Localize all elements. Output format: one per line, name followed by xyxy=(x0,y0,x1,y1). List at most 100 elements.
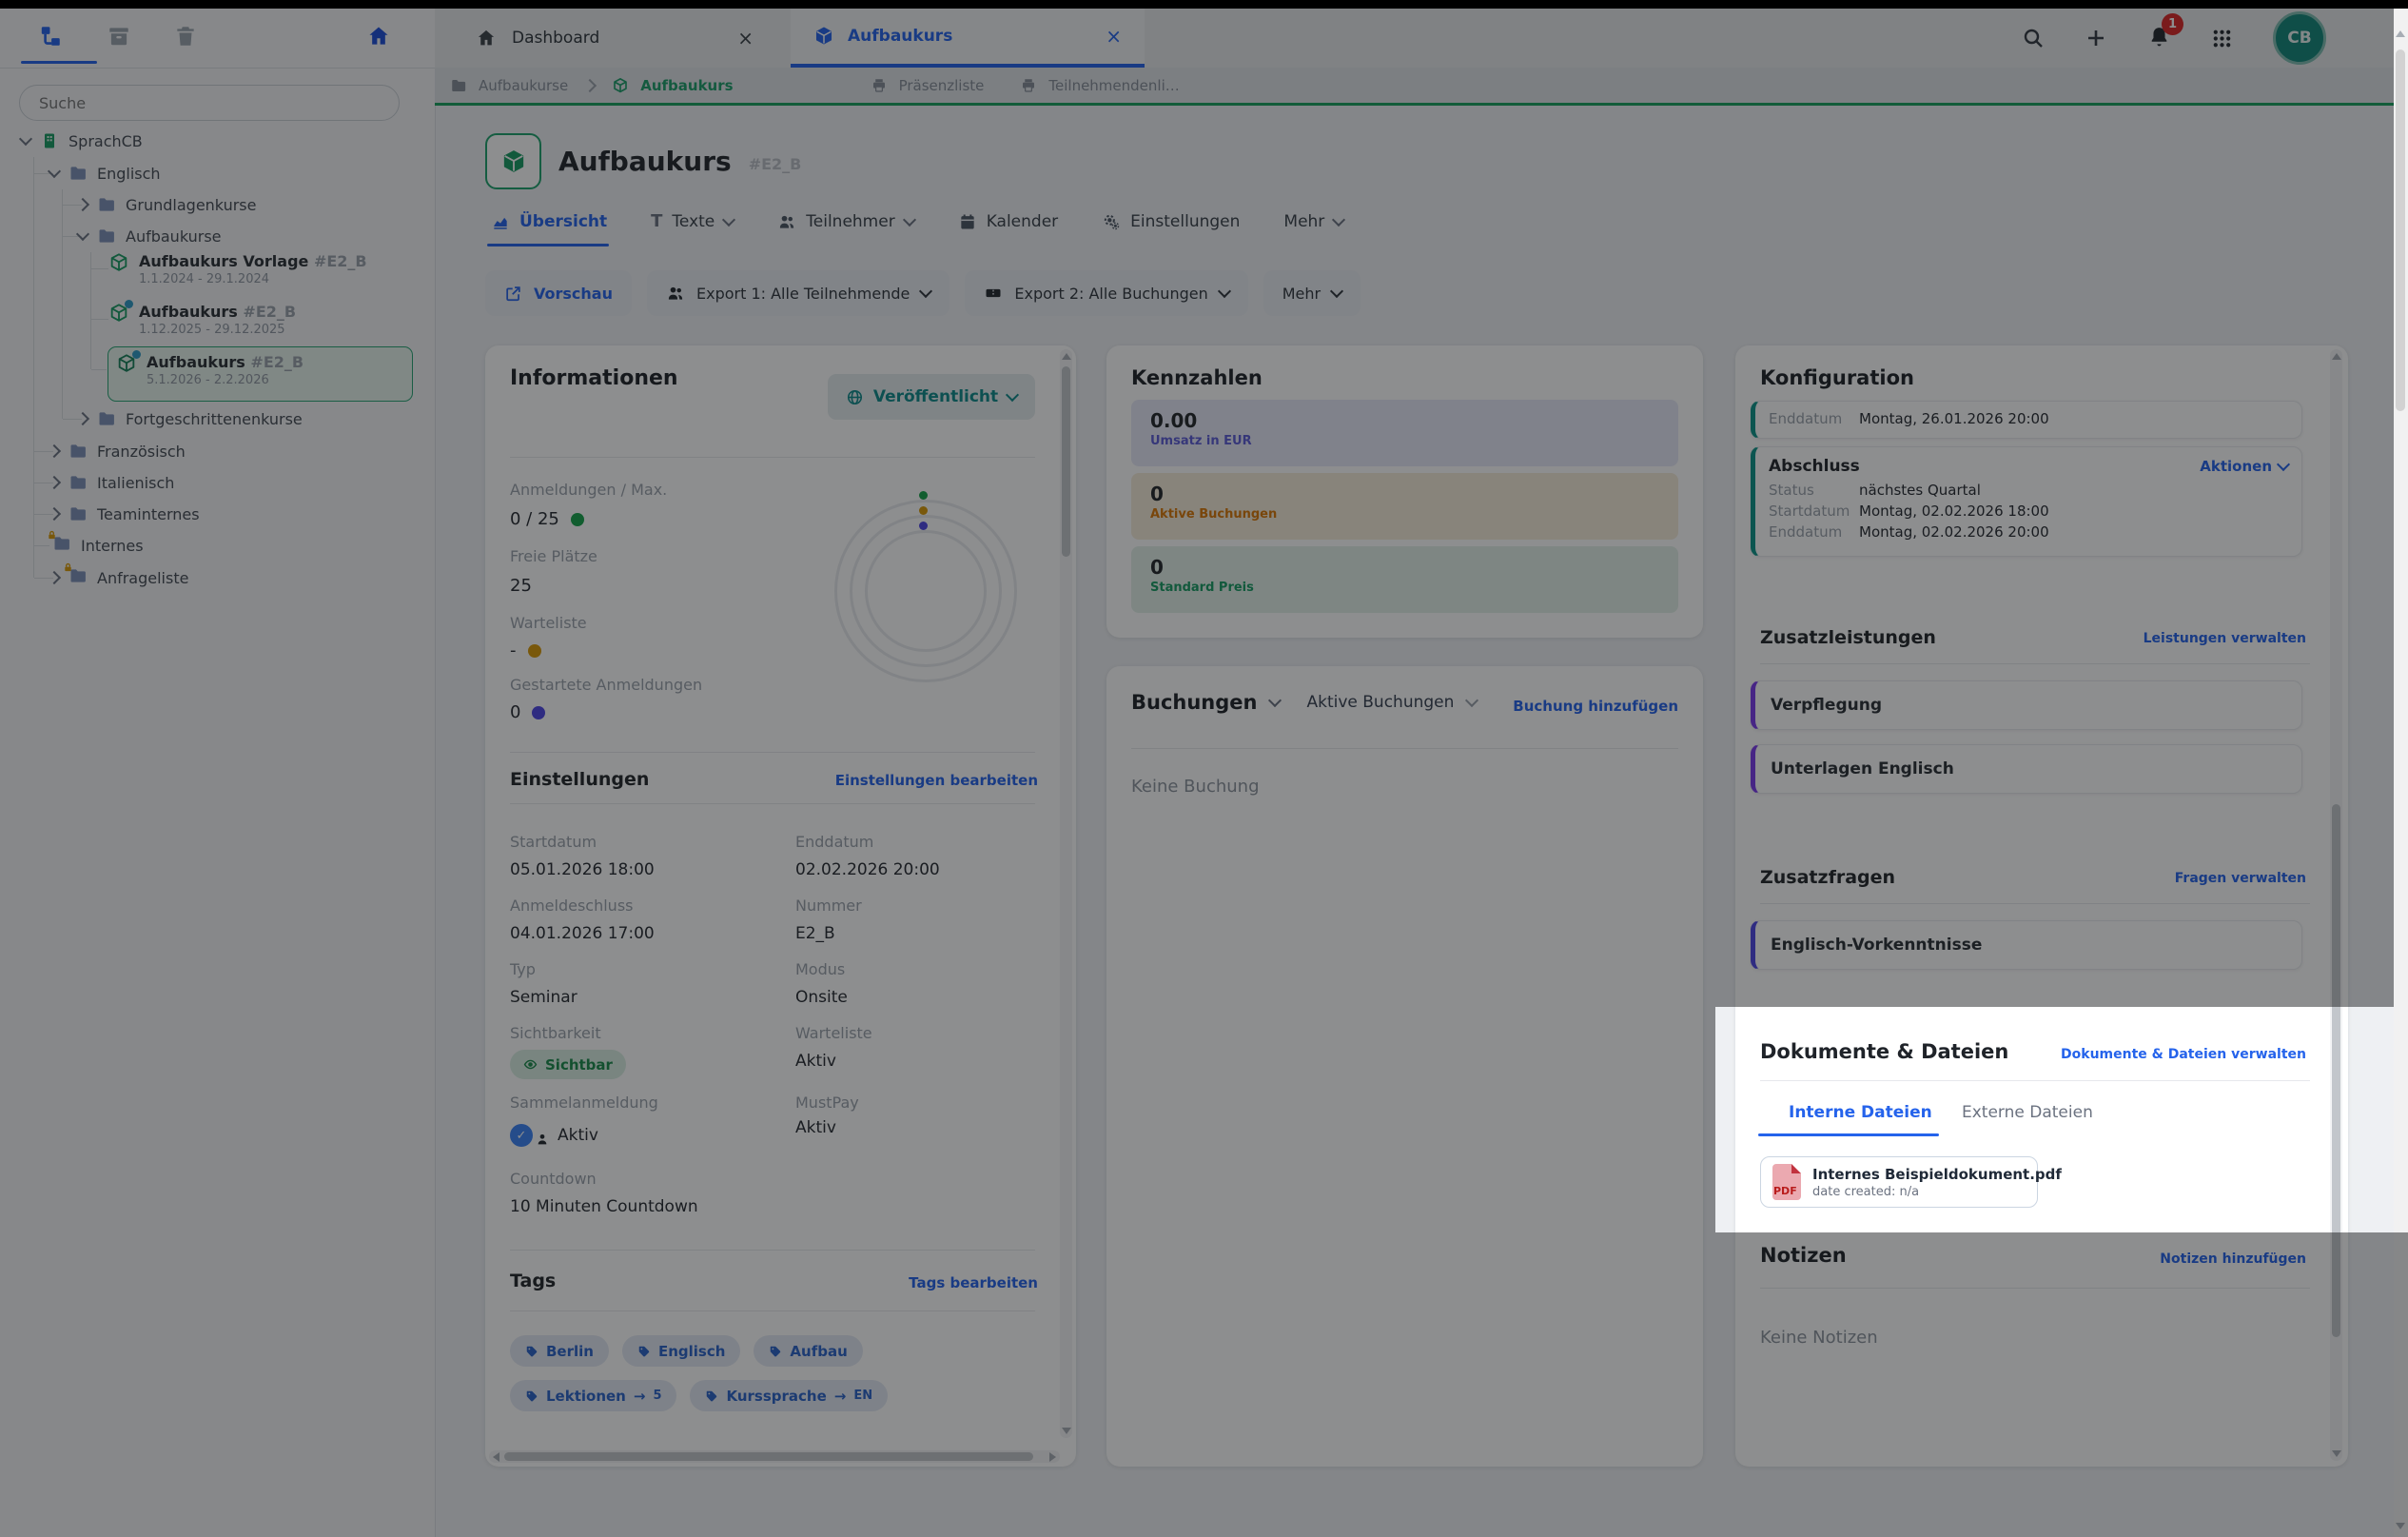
tree-view-icon[interactable] xyxy=(38,24,63,52)
section-title-notizen: Notizen xyxy=(1760,1244,1847,1267)
tag-lektionen[interactable]: Lektionen → 5 xyxy=(510,1380,676,1411)
search-icon[interactable] xyxy=(2022,27,2045,49)
column-scrollbar[interactable] xyxy=(2330,349,2342,1461)
chevron-down-icon[interactable] xyxy=(76,227,89,241)
chevron-down-icon[interactable] xyxy=(1465,694,1478,707)
chevron-down-icon[interactable] xyxy=(48,165,61,178)
breadcrumb-action[interactable]: Teilnehmendenli… xyxy=(1048,77,1179,94)
zusatzleistung-item[interactable]: Unterlagen Englisch xyxy=(1751,744,2302,794)
export1-button[interactable]: Export 1: Alle Teilnehmende xyxy=(647,270,949,316)
leistungen-verwalten-link[interactable]: Leistungen verwalten xyxy=(2144,631,2306,646)
chevron-right-icon[interactable] xyxy=(48,507,61,521)
tree-item-folder[interactable]: Französisch xyxy=(49,435,186,467)
tags-bearbeiten-link[interactable]: Tags bearbeiten xyxy=(909,1274,1038,1291)
stat-label: Standard Preis xyxy=(1150,581,1659,595)
chevron-right-icon[interactable] xyxy=(76,412,89,425)
aktionen-dropdown[interactable]: Aktionen xyxy=(2200,458,2288,475)
tag-value: 5 xyxy=(653,1389,661,1403)
chevron-right-icon[interactable] xyxy=(76,198,89,211)
trash-icon[interactable] xyxy=(173,24,198,52)
active-nav-underline xyxy=(487,244,609,246)
breadcrumb-action[interactable]: Präsenzliste xyxy=(899,77,985,94)
export2-button[interactable]: Export 2: Alle Buchungen xyxy=(965,270,1247,316)
tree-item-folder[interactable]: Teaminternes xyxy=(49,498,200,530)
buchungen-filter[interactable]: Aktive Buchungen xyxy=(1306,693,1454,712)
tab-teilnehmer[interactable]: Teilnehmer xyxy=(777,212,913,231)
chevron-right-icon[interactable] xyxy=(48,571,61,584)
close-icon[interactable]: × xyxy=(1106,25,1122,48)
tab-kalender[interactable]: Kalender xyxy=(958,212,1058,231)
tab-interne-dateien[interactable]: Interne Dateien xyxy=(1789,1103,1932,1122)
search-input[interactable] xyxy=(19,85,400,121)
tree-item-folder[interactable]: Grundlagenkurse xyxy=(78,188,256,221)
tab-dashboard[interactable]: Dashboard × xyxy=(447,9,780,68)
vorschau-button[interactable]: Vorschau xyxy=(485,270,632,316)
config-item-partial[interactable]: EnddatumMontag, 26.01.2026 20:00 xyxy=(1751,401,2302,439)
folder-icon xyxy=(97,195,116,214)
active-tool-underline xyxy=(21,61,97,64)
button-label: Mehr xyxy=(1282,285,1321,303)
breadcrumb-item-current[interactable]: Aufbaukurs xyxy=(640,77,733,94)
apps-grid-icon[interactable] xyxy=(2211,28,2233,49)
zusatzfrage-item[interactable]: Englisch-Vorkenntnisse xyxy=(1751,920,2302,970)
file-card[interactable]: PDF Internes Beispieldokument.pdf date c… xyxy=(1760,1156,2038,1208)
fragen-verwalten-link[interactable]: Fragen verwalten xyxy=(2175,871,2306,886)
chevron-right-icon[interactable] xyxy=(48,476,61,489)
tab-mehr[interactable]: Mehr xyxy=(1283,212,1343,231)
tab-externe-dateien[interactable]: Externe Dateien xyxy=(1962,1103,2093,1122)
close-icon[interactable]: × xyxy=(737,27,754,49)
external-link-icon xyxy=(504,285,522,303)
avatar[interactable]: CB xyxy=(2273,11,2326,65)
section-title-dokumente: Dokumente & Dateien xyxy=(1760,1040,2008,1063)
tree-item-folder[interactable]: Englisch xyxy=(49,157,161,189)
notification-dot xyxy=(125,300,133,308)
einstellungen-bearbeiten-link[interactable]: Einstellungen bearbeiten xyxy=(835,772,1038,789)
tab-uebersicht[interactable]: Übersicht xyxy=(491,212,607,231)
tag-kurssprache[interactable]: Kurssprache → EN xyxy=(690,1380,888,1411)
mehr-button[interactable]: Mehr xyxy=(1263,270,1361,316)
tag-label: Kurssprache xyxy=(726,1388,826,1405)
field-label: Freie Plätze xyxy=(510,547,597,565)
tree-item-folder-locked[interactable]: Anfrageliste xyxy=(49,562,188,594)
chevron-down-icon[interactable] xyxy=(19,132,32,146)
dokumente-verwalten-link[interactable]: Dokumente & Dateien verwalten xyxy=(2061,1047,2306,1062)
tree-item-folder[interactable]: Fortgeschrittenenkurse xyxy=(78,403,303,435)
plus-icon[interactable] xyxy=(2085,27,2107,49)
card-scrollbar-horizontal[interactable] xyxy=(489,1450,1060,1463)
chevron-right-icon[interactable] xyxy=(48,444,61,458)
item-label: Verpflegung xyxy=(1771,696,1882,715)
field-label: Anmeldeschluss xyxy=(510,897,634,915)
tag-englisch[interactable]: Englisch xyxy=(622,1335,740,1367)
tree-item-folder-locked[interactable]: Internes xyxy=(52,529,144,562)
config-item-abschluss[interactable]: Abschluss Aktionen Statusnächstes Quarta… xyxy=(1751,446,2302,557)
field-value: Aktiv xyxy=(795,1052,836,1071)
chevron-down-icon xyxy=(1332,212,1345,226)
zusatzleistung-item[interactable]: Verpflegung xyxy=(1751,680,2302,730)
tree-item-course[interactable]: Aufbaukurs #E2_B 1.12.2025 - 29.12.2025 xyxy=(108,303,296,337)
tree-item-course[interactable]: Aufbaukurs Vorlage #E2_B 1.1.2024 - 29.1… xyxy=(108,252,367,286)
notifications-bell[interactable]: 1 xyxy=(2147,25,2171,52)
status-dropdown[interactable]: Veröffentlicht xyxy=(828,374,1035,420)
archive-icon[interactable] xyxy=(107,24,131,52)
field-label: Warteliste xyxy=(510,614,587,632)
tab-texte[interactable]: T Texte xyxy=(651,211,734,231)
tab-einstellungen[interactable]: Einstellungen xyxy=(1102,212,1240,231)
divider xyxy=(510,457,1035,458)
tree-item-folder[interactable]: Italienisch xyxy=(49,466,174,499)
page-scrollbar[interactable] xyxy=(2394,0,2408,1537)
buchung-hinzufuegen-link[interactable]: Buchung hinzufügen xyxy=(1513,698,1678,715)
tree-item-org[interactable]: SprachCB xyxy=(21,125,143,157)
tab-aufbaukurs-active[interactable]: Aufbaukurs × xyxy=(791,9,1145,68)
tree-item-folder[interactable]: Aufbaukurse xyxy=(78,220,222,252)
field-label: Gestartete Anmeldungen xyxy=(510,676,702,694)
card-scrollbar-vertical[interactable] xyxy=(1060,349,1072,1438)
tree-label: Fortgeschrittenenkurse xyxy=(126,410,303,428)
folder-icon xyxy=(97,227,116,246)
tag-berlin[interactable]: Berlin xyxy=(510,1335,609,1367)
tag-aufbau[interactable]: Aufbau xyxy=(754,1335,862,1367)
breadcrumb-item[interactable]: Aufbaukurse xyxy=(479,77,568,94)
home-icon[interactable] xyxy=(366,24,391,52)
tree-item-course-selected[interactable]: Aufbaukurs #E2_B 5.1.2026 - 2.2.2026 xyxy=(116,353,303,387)
notizen-hinzufuegen-link[interactable]: Notizen hinzufügen xyxy=(2160,1251,2306,1267)
chevron-down-icon[interactable] xyxy=(1268,694,1282,707)
